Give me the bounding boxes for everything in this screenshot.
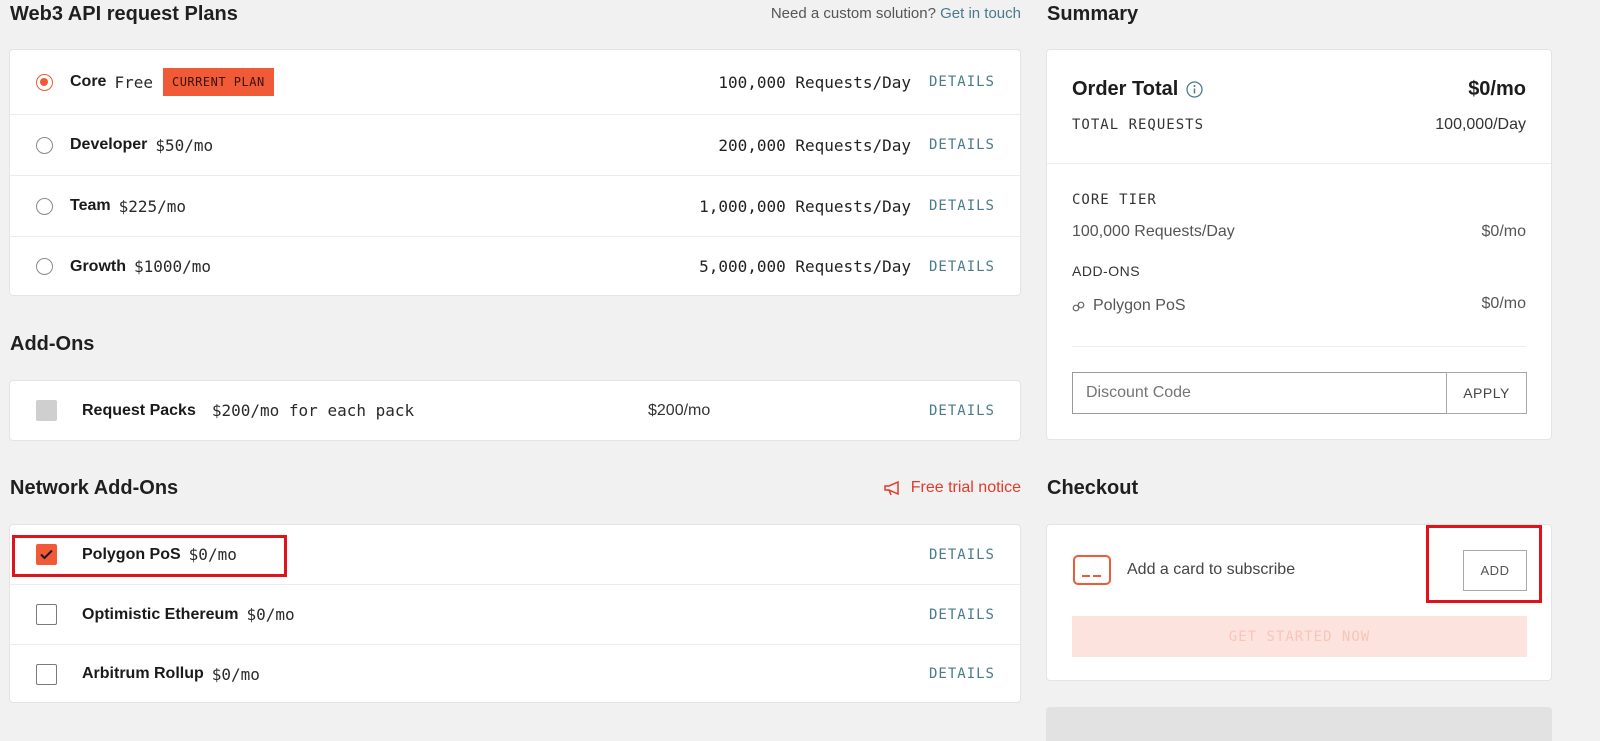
summary-addon-item: Polygon PoS <box>1072 297 1186 315</box>
summary-divider <box>1047 163 1551 164</box>
summary-addon-price: $0/mo <box>1481 295 1526 312</box>
addon-details-link[interactable]: DETAILS <box>929 403 995 419</box>
order-total-label: Order Total <box>1072 78 1179 100</box>
plan-row-core[interactable]: Core Free CURRENT PLAN 100,000 Requests/… <box>10 50 1020 115</box>
credit-card-icon <box>1073 555 1111 585</box>
custom-prompt: Need a custom solution? <box>770 5 936 22</box>
plan-price: $50/mo <box>155 135 214 155</box>
plans-card: Core Free CURRENT PLAN 100,000 Requests/… <box>9 49 1021 296</box>
get-in-touch-link[interactable]: Get in touch <box>940 5 1021 22</box>
apply-button[interactable]: APPLY <box>1446 372 1527 414</box>
network-price: $0/mo <box>246 605 295 624</box>
plan-requests: 200,000 Requests/Day <box>718 135 911 155</box>
network-checkbox-arbitrum[interactable] <box>36 663 57 685</box>
plan-requests: 1,000,000 Requests/Day <box>699 196 911 216</box>
free-trial-notice-text: Free trial notice <box>910 479 1021 496</box>
link-icon <box>1072 300 1085 313</box>
tier-label: CORE TIER <box>1072 192 1157 208</box>
plan-price: Free <box>114 72 153 92</box>
checkout-title: Checkout <box>1047 477 1139 499</box>
plan-name: Team <box>70 197 111 214</box>
highlight-polygon-box <box>12 535 287 577</box>
plan-name: Growth <box>70 257 126 275</box>
plan-name: Developer <box>70 136 148 153</box>
discount-code-input[interactable] <box>1072 372 1447 414</box>
total-requests-label: TOTAL REQUESTS <box>1072 117 1205 133</box>
network-name: Arbitrum Rollup <box>82 665 204 682</box>
plan-requests: 5,000,000 Requests/Day <box>699 257 911 276</box>
total-requests-value: 100,000/Day <box>1435 116 1526 133</box>
plan-name: Core <box>70 73 107 90</box>
plan-radio-growth[interactable] <box>36 258 53 275</box>
network-checkbox-optimistic[interactable] <box>36 604 57 625</box>
summary-divider-2 <box>1072 346 1526 347</box>
network-details-link[interactable]: DETAILS <box>929 607 995 623</box>
addon-row-request-packs[interactable]: Request Packs $200/mo for each pack $200… <box>10 381 1020 440</box>
network-price: $0/mo <box>211 664 260 684</box>
addon-desc: $200/mo for each pack <box>211 401 415 420</box>
megaphone-icon <box>883 480 903 496</box>
summary-addon-name: Polygon PoS <box>1093 297 1186 314</box>
tier-requests: 100,000 Requests/Day <box>1072 223 1235 240</box>
plan-row-developer[interactable]: Developer $50/mo 200,000 Requests/Day DE… <box>10 115 1020 176</box>
highlight-add-box <box>1426 525 1542 603</box>
network-details-link[interactable]: DETAILS <box>929 547 995 563</box>
add-card-text: Add a card to subscribe <box>1127 561 1296 578</box>
get-started-button[interactable]: GET STARTED NOW <box>1072 616 1527 657</box>
partial-card <box>1046 707 1552 741</box>
current-plan-badge: CURRENT PLAN <box>162 68 274 96</box>
plan-details-link[interactable]: DETAILS <box>929 74 995 90</box>
addon-total: $200/mo <box>648 401 711 419</box>
plan-row-team[interactable]: Team $225/mo 1,000,000 Requests/Day DETA… <box>10 176 1020 237</box>
plan-details-link[interactable]: DETAILS <box>929 259 995 275</box>
tier-price: $0/mo <box>1481 223 1526 240</box>
free-trial-notice[interactable]: Free trial notice <box>883 479 1021 497</box>
addons-label: ADD-ONS <box>1072 263 1141 279</box>
summary-card: Order Total $0/mo TOTAL REQUESTS 100,000… <box>1046 49 1552 440</box>
network-row-arbitrum[interactable]: Arbitrum Rollup $0/mo DETAILS <box>10 645 1020 703</box>
plans-title: Web3 API request Plans <box>10 3 238 25</box>
addons-card: Request Packs $200/mo for each pack $200… <box>9 380 1021 441</box>
network-name: Optimistic Ethereum <box>82 605 239 623</box>
plan-radio-core[interactable] <box>36 73 53 91</box>
network-row-optimistic[interactable]: Optimistic Ethereum $0/mo DETAILS <box>10 585 1020 645</box>
plan-requests: 100,000 Requests/Day <box>718 72 911 92</box>
summary-title: Summary <box>1047 3 1139 25</box>
order-total-value: $0/mo <box>1468 78 1526 100</box>
addon-checkbox-request-packs[interactable] <box>36 400 57 421</box>
addons-title: Add-Ons <box>10 333 95 355</box>
addon-name: Request Packs <box>82 401 196 419</box>
network-details-link[interactable]: DETAILS <box>929 666 995 682</box>
plan-radio-team[interactable] <box>36 197 53 215</box>
plan-details-link[interactable]: DETAILS <box>929 137 995 153</box>
custom-solution: Need a custom solution? Get in touch <box>771 5 1021 22</box>
network-addons-title: Network Add-Ons <box>10 477 179 499</box>
plan-price: $225/mo <box>118 196 187 216</box>
plan-details-link[interactable]: DETAILS <box>929 198 995 214</box>
plan-price: $1000/mo <box>134 257 212 276</box>
plan-row-growth[interactable]: Growth $1000/mo 5,000,000 Requests/Day D… <box>10 237 1020 296</box>
order-total-heading: Order Total <box>1072 78 1203 101</box>
info-icon[interactable] <box>1186 81 1203 98</box>
plan-radio-developer[interactable] <box>36 136 53 154</box>
